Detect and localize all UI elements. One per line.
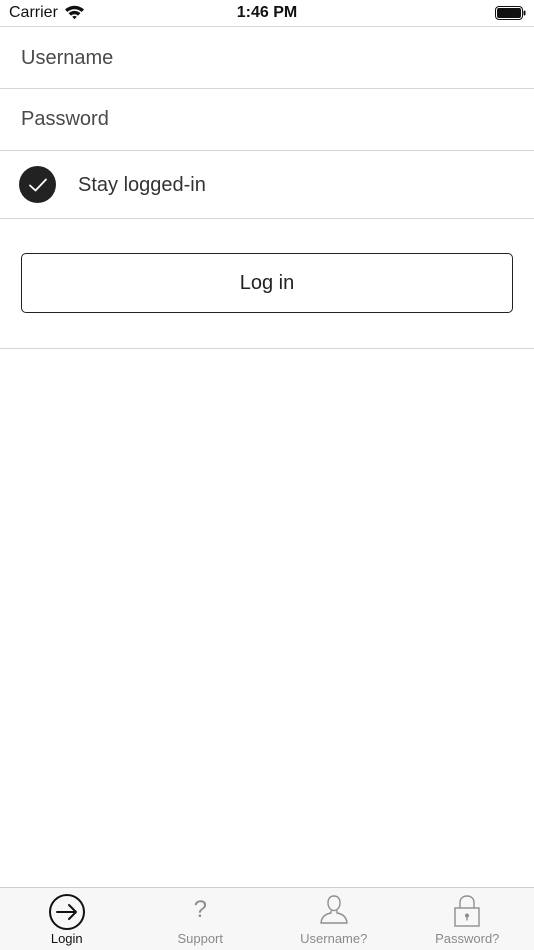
password-row: [0, 89, 534, 151]
login-arrow-icon: [48, 894, 85, 930]
battery-icon: [495, 6, 526, 20]
stay-logged-in-label: Stay logged-in: [78, 174, 206, 196]
login-section: Log in: [0, 219, 534, 349]
question-mark-icon: ?: [193, 896, 207, 923]
tab-password[interactable]: Password?: [401, 888, 534, 950]
tab-support-label: Support: [177, 931, 224, 946]
status-time: 1:46 PM: [236, 4, 298, 21]
lock-icon: [454, 895, 480, 927]
password-field[interactable]: [0, 89, 534, 150]
tab-bar: Login ? Support Username? Password?: [0, 887, 534, 950]
stay-logged-in-row[interactable]: Stay logged-in: [0, 151, 534, 219]
login-button[interactable]: Log in: [21, 253, 513, 313]
username-row: [0, 28, 534, 89]
tab-login[interactable]: Login: [0, 888, 134, 950]
tab-username-label: Username?: [300, 931, 368, 946]
person-icon: [320, 895, 348, 924]
stay-logged-in-checkbox[interactable]: [19, 166, 56, 203]
tab-password-label: Password?: [435, 931, 500, 946]
tab-support[interactable]: ? Support: [134, 888, 268, 950]
status-bar: Carrier 1:46 PM: [0, 0, 534, 27]
checkmark-icon: [28, 178, 47, 191]
tab-username[interactable]: Username?: [267, 888, 401, 950]
username-field[interactable]: [0, 28, 534, 88]
tab-login-label: Login: [50, 931, 83, 946]
